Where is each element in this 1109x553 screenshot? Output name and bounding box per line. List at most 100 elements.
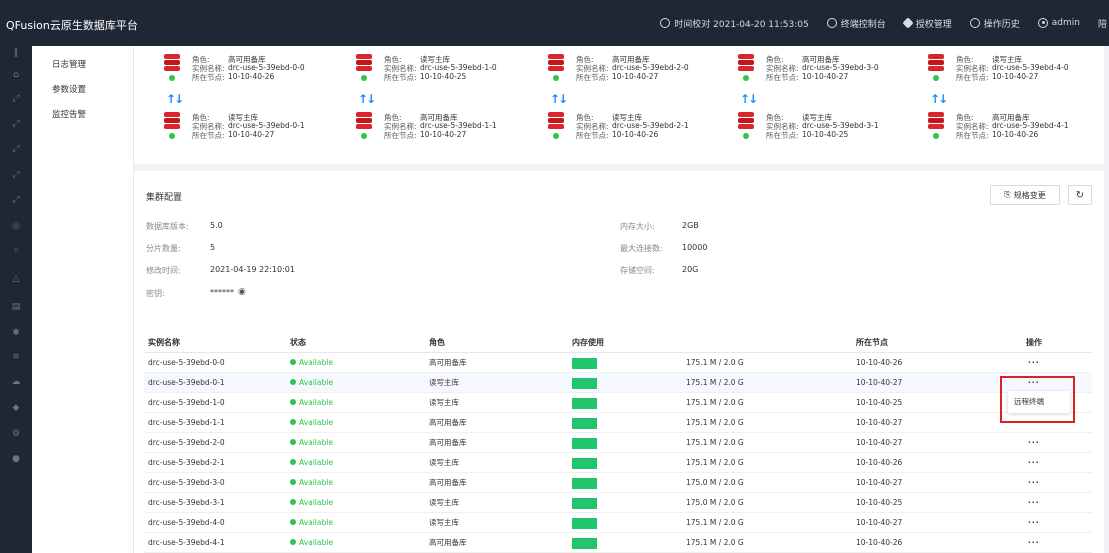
topology-node[interactable]: 角色: 高可用备库 实例名称: drc-use-5-39ebd-2-0 所在节点: 10-… — [548, 54, 698, 94]
table-row[interactable]: drc-use-5-39ebd-0-1 Available 读写主库 175.1 M … — [144, 373, 1092, 393]
table-row[interactable]: drc-use-5-39ebd-1-1 Available 高可用备库 175.1 M… — [144, 413, 1092, 433]
clock-icon — [660, 18, 671, 28]
more-actions-button[interactable]: ··· — [1028, 353, 1040, 373]
table-row[interactable]: drc-use-5-39ebd-3-0 Available 高可用备库 175.0 M… — [144, 473, 1092, 493]
database-icon — [928, 54, 944, 71]
status-dot — [290, 439, 296, 445]
table-row[interactable]: drc-use-5-39ebd-2-1 Available 读写主库 175.1 M … — [144, 453, 1092, 473]
node-node-value: 10-10-40-27 — [802, 72, 849, 81]
status-cell: Available — [290, 513, 333, 533]
table-row[interactable]: drc-use-5-39ebd-3-1 Available 读写主库 175.0 M … — [144, 493, 1092, 513]
highlight-box — [1000, 376, 1075, 423]
node-instance-value: drc-use-5-39ebd-1-0 — [420, 63, 497, 72]
table-row[interactable]: drc-use-5-39ebd-4-1 Available 高可用备库 175.1 M… — [144, 533, 1092, 553]
status-text: Available — [299, 418, 333, 427]
menu-item-log-management[interactable]: 日志管理 — [52, 58, 86, 70]
memory-usage-cell: 175.0 M / 2.0 G — [686, 478, 744, 487]
more-actions-button[interactable]: ··· — [1028, 533, 1040, 553]
instance-name-cell: drc-use-5-39ebd-3-0 — [148, 478, 225, 487]
operation-history-label: 操作历史 — [983, 19, 1020, 30]
topology-node[interactable]: 角色: 高可用备库 实例名称: drc-use-5-39ebd-1-1 所在节点: 10-… — [356, 112, 506, 152]
topology-node[interactable]: 角色: 读写主库 实例名称: drc-use-5-39ebd-0-1 所在节点: 10-1… — [164, 112, 314, 152]
role-cell: 读写主库 — [429, 378, 459, 387]
node-cell: 10-10-40-27 — [856, 418, 903, 427]
topology-node[interactable]: 角色: 高可用备库 实例名称: drc-use-5-39ebd-0-0 所在节点: 10-… — [164, 54, 314, 94]
time-sync-item[interactable]: 时间校对 2021-04-20 11:53:05 — [660, 17, 809, 30]
table-row[interactable]: drc-use-5-39ebd-4-0 Available 读写主库 175.1 M … — [144, 513, 1092, 533]
app-title[interactable]: QFusion云原生数据库平台 — [6, 17, 138, 33]
more-actions-button[interactable]: ··· — [1028, 513, 1040, 533]
license-management-item[interactable]: 授权管理 — [902, 17, 952, 30]
dashboard-icon[interactable]: ⌂ — [9, 70, 23, 80]
topology-node[interactable]: 角色: 读写主库 实例名称: drc-use-5-39ebd-4-0 所在节点: 10-1… — [928, 54, 1078, 94]
status-dot — [290, 499, 296, 505]
target-icon[interactable]: ◎ — [9, 221, 23, 231]
database-icon-layer — [548, 66, 564, 71]
more-actions-button[interactable]: ··· — [1028, 433, 1040, 453]
topology-node[interactable]: 角色: 读写主库 实例名称: drc-use-5-39ebd-3-1 所在节点: 10-1… — [738, 112, 888, 152]
expand-icon[interactable]: ⤢ — [9, 195, 23, 205]
table-row[interactable]: drc-use-5-39ebd-1-0 Available 读写主库 175.1 M … — [144, 393, 1092, 413]
database-icon-layer — [548, 124, 564, 129]
instance-name-cell: drc-use-5-39ebd-2-1 — [148, 458, 225, 467]
replication-arrows-icon: ↑↓ — [166, 92, 184, 106]
topology-node[interactable]: 角色: 高可用备库 实例名称: drc-use-5-39ebd-4-1 所在节点: 10-… — [928, 112, 1078, 152]
node-node-label: 所在节点: — [956, 73, 989, 82]
terminal-console-item[interactable]: 终端控制台 — [826, 17, 886, 30]
more-actions-button[interactable]: ··· — [1028, 473, 1040, 493]
settings-icon[interactable]: ✱ — [9, 328, 23, 338]
memory-usage-bar — [572, 358, 597, 369]
node-instance-value: drc-use-5-39ebd-2-0 — [612, 63, 689, 72]
expand-icon[interactable]: ⤢ — [9, 94, 23, 104]
role-cell: 读写主库 — [429, 518, 459, 527]
status-cell: Available — [290, 493, 333, 513]
alert-icon[interactable]: △ — [9, 274, 23, 284]
database-icon-layer — [548, 54, 564, 59]
user-menu[interactable]: admin — [1037, 18, 1080, 28]
branch-icon[interactable]: ⑂ — [9, 246, 23, 256]
more-actions-button[interactable]: ··· — [1028, 493, 1040, 513]
status-text: Available — [299, 358, 333, 367]
expand-icon[interactable]: ⤢ — [9, 119, 23, 129]
terminal-icon — [826, 18, 837, 28]
status-cell: Available — [290, 473, 333, 493]
instance-name-cell: drc-use-5-39ebd-0-0 — [148, 358, 225, 367]
collapse-icon[interactable]: ‖ — [9, 48, 23, 58]
spec-change-button[interactable]: ⎘ 规格变更 — [990, 185, 1060, 205]
node-node-label: 所在节点: — [576, 131, 609, 140]
cloud-icon[interactable]: ☁ — [9, 377, 23, 387]
database-icon-layer — [164, 112, 180, 117]
operation-history-item[interactable]: 操作历史 — [969, 17, 1020, 30]
topology-node[interactable]: 角色: 读写主库 实例名称: drc-use-5-39ebd-1-0 所在节点: 10-1… — [356, 54, 506, 94]
document-icon[interactable]: ▤ — [9, 302, 23, 312]
table-row[interactable]: drc-use-5-39ebd-2-0 Available 高可用备库 175.1 M… — [144, 433, 1092, 453]
eye-icon[interactable]: ◉ — [238, 287, 246, 297]
gear-icon[interactable]: ⚙ — [9, 429, 23, 439]
memory-usage-cell: 175.1 M / 2.0 G — [686, 418, 744, 427]
expand-icon[interactable]: ⤢ — [9, 144, 23, 154]
status-text: Available — [299, 498, 333, 507]
more-actions-button[interactable]: ··· — [1028, 453, 1040, 473]
license-management-label: 授权管理 — [915, 19, 952, 30]
topology-node[interactable]: 角色: 读写主库 实例名称: drc-use-5-39ebd-2-1 所在节点: 10-1… — [548, 112, 698, 152]
cluster-config-title: 集群配置 — [146, 193, 183, 203]
memory-usage-cell: 175.1 M / 2.0 G — [686, 458, 744, 467]
location-icon[interactable]: ● — [9, 454, 23, 464]
node-node-value: 10-10-40-25 — [420, 72, 467, 81]
refresh-button[interactable]: ↻ — [1068, 185, 1092, 205]
menu-item-parameter-settings[interactable]: 参数设置 — [52, 83, 86, 95]
col-header-actions: 操作 — [1026, 338, 1042, 347]
list-icon[interactable]: ≡ — [9, 352, 23, 362]
expand-icon[interactable]: ⤢ — [9, 170, 23, 180]
node-node-label: 所在节点: — [192, 73, 225, 82]
overflow-nav-item[interactable]: 陪 — [1098, 17, 1107, 30]
menu-item-monitoring-alerts[interactable]: 监控告警 — [52, 108, 86, 120]
shield-icon[interactable]: ◆ — [9, 403, 23, 413]
icon-rail: ‖ ⌂ ⤢ ⤢ ⤢ ⤢ ⤢ ◎ ⑂ △ ▤ ✱ ≡ ☁ ◆ ⚙ ● — [0, 46, 32, 553]
topology-node[interactable]: 角色: 高可用备库 实例名称: drc-use-5-39ebd-3-0 所在节点: 10-… — [738, 54, 888, 94]
database-icon-layer — [738, 112, 754, 117]
table-row[interactable]: drc-use-5-39ebd-0-0 Available 高可用备库 175.1 M… — [144, 353, 1092, 373]
topology-panel: 角色: 高可用备库 实例名称: drc-use-5-39ebd-0-0 所在节点: 10-… — [134, 46, 1104, 164]
role-cell: 高可用备库 — [429, 538, 467, 547]
database-icon-layer — [928, 54, 944, 59]
